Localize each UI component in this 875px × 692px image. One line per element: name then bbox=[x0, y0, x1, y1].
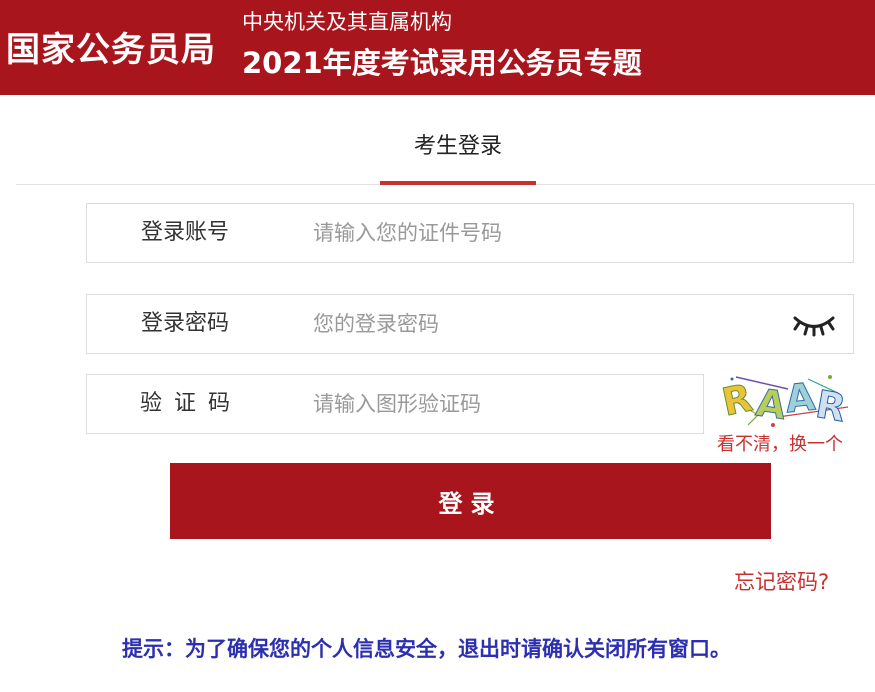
header-title: 2021年度考试录用公务员专题 bbox=[242, 46, 642, 80]
eye-closed-icon[interactable] bbox=[791, 309, 837, 339]
svg-text:A: A bbox=[783, 374, 817, 421]
account-label: 登录账号 bbox=[140, 220, 229, 245]
captcha-refresh-link[interactable]: 看不清，换一个 bbox=[717, 430, 843, 456]
header-subtitle: 中央机关及其直属机构 bbox=[242, 10, 452, 34]
site-logo-title[interactable]: 国家公务员局 bbox=[6, 22, 216, 71]
account-field: 登录账号 bbox=[86, 203, 854, 263]
captcha-image[interactable]: R A A R bbox=[718, 367, 856, 431]
password-field: 登录密码 bbox=[86, 294, 854, 354]
password-label: 登录密码 bbox=[140, 311, 229, 336]
site-header: 国家公务员局 中央机关及其直属机构 2021年度考试录用公务员专题 bbox=[0, 0, 875, 95]
forgot-password-link[interactable]: 忘记密码? bbox=[734, 566, 829, 596]
active-tab-indicator bbox=[380, 181, 536, 185]
password-input[interactable] bbox=[313, 295, 773, 353]
captcha-input[interactable] bbox=[313, 375, 683, 433]
tab-candidate-login[interactable]: 考生登录 bbox=[380, 128, 536, 160]
account-input[interactable] bbox=[313, 204, 833, 262]
login-button[interactable]: 登录 bbox=[170, 463, 771, 539]
security-tip: 提示：为了确保您的个人信息安全，退出时请确认关闭所有窗口。 bbox=[122, 637, 731, 661]
captcha-field: 验证码 bbox=[86, 374, 704, 434]
captcha-label: 验证码 bbox=[139, 391, 242, 416]
